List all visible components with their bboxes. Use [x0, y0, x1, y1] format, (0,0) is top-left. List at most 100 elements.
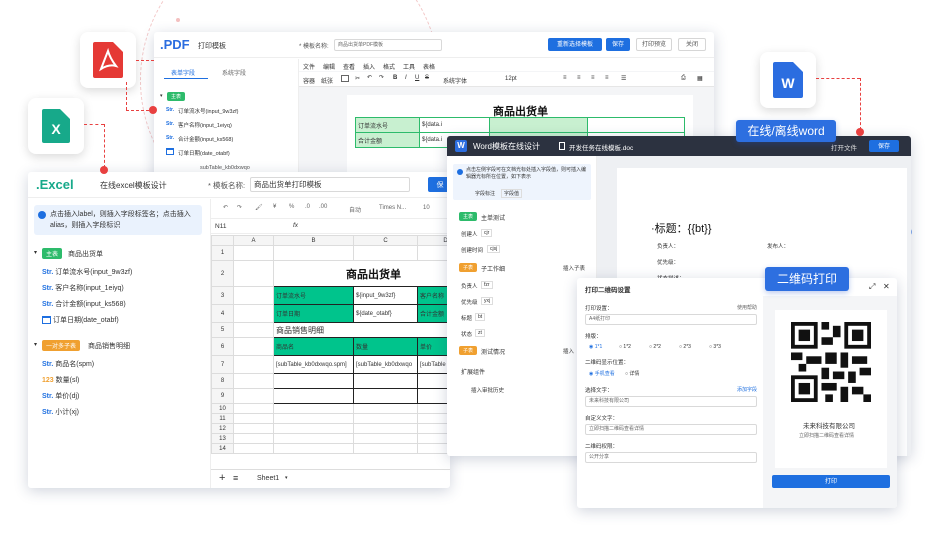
pdf-field-item[interactable]: 客户名称(input_1eiyq) [178, 121, 232, 129]
toolbar-paper[interactable]: 纸张 [321, 76, 333, 85]
table-cell[interactable] [233, 322, 274, 338]
row-header[interactable]: 6 [211, 337, 234, 356]
row-header[interactable]: 8 [211, 373, 234, 389]
insert-button[interactable]: 插入 [563, 347, 574, 355]
pdf-field-item[interactable]: 订单日期(date_otabf) [178, 149, 230, 157]
word-field[interactable]: 标题 [461, 314, 472, 322]
table-cell[interactable] [353, 403, 418, 414]
table-cell[interactable]: 数量 [353, 337, 418, 356]
tab-system-fields[interactable]: 系统字段 [222, 68, 246, 77]
layout-option[interactable]: ◉ 1*1 [589, 344, 602, 350]
table-cell[interactable] [233, 260, 274, 287]
underline-icon[interactable]: U [415, 75, 419, 81]
table-cell[interactable]: 订单日期 [273, 304, 354, 323]
table-cell[interactable] [417, 245, 450, 261]
cut-icon[interactable]: ✂ [355, 75, 360, 82]
field-row[interactable]: Str. 客户名称(input_1eiyq) [42, 283, 124, 293]
word-field[interactable]: 状态 [461, 330, 472, 338]
row-header[interactable]: 14 [211, 443, 234, 454]
print-preview-button[interactable]: 打印预览 [636, 38, 672, 51]
table-icon[interactable]: ▦ [697, 75, 703, 82]
undo-icon[interactable]: ↶ [367, 74, 372, 81]
table-cell[interactable]: ${data.i [419, 117, 490, 133]
expand-icon[interactable]: ⤢ [869, 282, 875, 292]
menu-view[interactable]: 查看 [343, 62, 355, 71]
field-row[interactable]: Str. 商品名(spm) [42, 359, 94, 369]
align-left-icon[interactable]: ≡ [563, 75, 567, 81]
cell-ref[interactable]: N11 [215, 223, 226, 230]
font-size-select[interactable]: 10 [423, 205, 430, 211]
sheet-tab[interactable]: Sheet1 [257, 475, 279, 482]
currency-icon[interactable]: ¥ [273, 204, 276, 210]
table-cell[interactable]: [subTable_kb0dxwqo [353, 355, 418, 374]
chevron-down-icon[interactable]: ▾ [285, 475, 288, 481]
field-row[interactable]: 订单日期(date_otabf) [42, 315, 119, 325]
word-field[interactable]: 创建时间 [461, 246, 483, 254]
sheet-title-cell[interactable]: 商品出货单 [273, 260, 450, 287]
field-row[interactable]: Str. 小计(xj) [42, 407, 79, 417]
col-header[interactable]: C [353, 235, 418, 246]
table-cell[interactable] [417, 388, 450, 404]
open-file-button[interactable]: 打开文件 [831, 142, 857, 152]
table-cell[interactable] [353, 388, 418, 404]
layout-option[interactable]: ○ 2*2 [649, 344, 661, 350]
table-cell[interactable] [233, 443, 274, 454]
word-save-button[interactable]: 保存 [869, 140, 899, 152]
custom-text-input[interactable]: 立即扫描二维码查看详情 [585, 424, 757, 435]
table-cell[interactable] [353, 245, 418, 261]
word-field-code[interactable]: cjr [481, 229, 493, 237]
menu-edit[interactable]: 编辑 [323, 62, 335, 71]
table-cell[interactable] [233, 433, 274, 444]
table-cell[interactable] [233, 286, 274, 305]
table-cell[interactable] [233, 304, 274, 323]
reselect-template-button[interactable]: 重新选择模板 [548, 38, 602, 51]
excel-name-input[interactable]: 商品出货单打印模板 [250, 177, 410, 192]
table-cell[interactable]: 合计金额 [355, 132, 420, 148]
table-cell[interactable] [233, 373, 274, 389]
table-cell[interactable] [233, 413, 274, 424]
row-header[interactable]: 13 [211, 433, 234, 444]
table-cell[interactable]: 订单流水号 [355, 117, 420, 133]
word-field-code[interactable]: fzr [481, 281, 493, 289]
row-header[interactable]: 2 [211, 260, 234, 287]
table-cell[interactable] [233, 337, 274, 356]
pdf-field-item[interactable]: 合计金额(input_ks568) [178, 135, 233, 143]
image-icon[interactable] [341, 75, 349, 82]
align-right-icon[interactable]: ≡ [591, 75, 595, 81]
word-field-code[interactable]: cjsj [487, 245, 501, 253]
number-format-select[interactable]: 自动 [349, 205, 361, 214]
permission-select[interactable]: 公开分享 [585, 452, 757, 463]
table-cell[interactable] [353, 423, 418, 434]
table-cell[interactable] [273, 245, 354, 261]
table-cell[interactable]: [subTable_kb0dxwqo.spm] [273, 355, 354, 374]
font-select[interactable]: Times N... [379, 205, 406, 211]
table-cell[interactable]: 合计金额 [417, 304, 450, 323]
pdf-field-item[interactable]: 订单流水号(input_9w3zf) [178, 107, 239, 115]
col-header[interactable]: A [233, 235, 274, 246]
field-row[interactable]: Str. 合计金额(input_ks568) [42, 299, 126, 309]
format-painter-icon[interactable]: 🖌 [255, 204, 263, 211]
decimal-dec-icon[interactable]: .0 [305, 204, 310, 210]
table-cell[interactable] [233, 403, 274, 414]
help-link[interactable]: 使用帮助 [737, 304, 757, 311]
menu-file[interactable]: 文件 [303, 62, 315, 71]
ext-section[interactable]: 扩展组件 [461, 367, 485, 376]
sub-table-item[interactable]: subTable_kb0dxwqo [200, 165, 250, 171]
word-field[interactable]: 优先级 [461, 298, 478, 306]
table-cell[interactable] [417, 443, 450, 454]
table-cell[interactable] [353, 443, 418, 454]
table-cell[interactable] [273, 388, 354, 404]
insert-history-button[interactable]: 插入审批历史 [471, 386, 504, 394]
table-cell[interactable]: 订单流水号 [273, 286, 354, 305]
word-field[interactable]: 创建人 [461, 230, 478, 238]
table-cell[interactable] [417, 423, 450, 434]
bold-icon[interactable]: B [393, 75, 397, 81]
collapse-arrow-icon[interactable]: ▾ [160, 93, 163, 99]
table-cell[interactable]: 单价 [417, 337, 450, 356]
menu-insert[interactable]: 插入 [363, 62, 375, 71]
redo-icon[interactable]: ↷ [237, 204, 242, 211]
qr-print-button[interactable]: 打印 [772, 475, 890, 488]
print-icon[interactable]: ⎙ [681, 75, 686, 82]
table-cell[interactable] [353, 373, 418, 389]
layout-option[interactable]: ○ 1*2 [619, 344, 631, 350]
